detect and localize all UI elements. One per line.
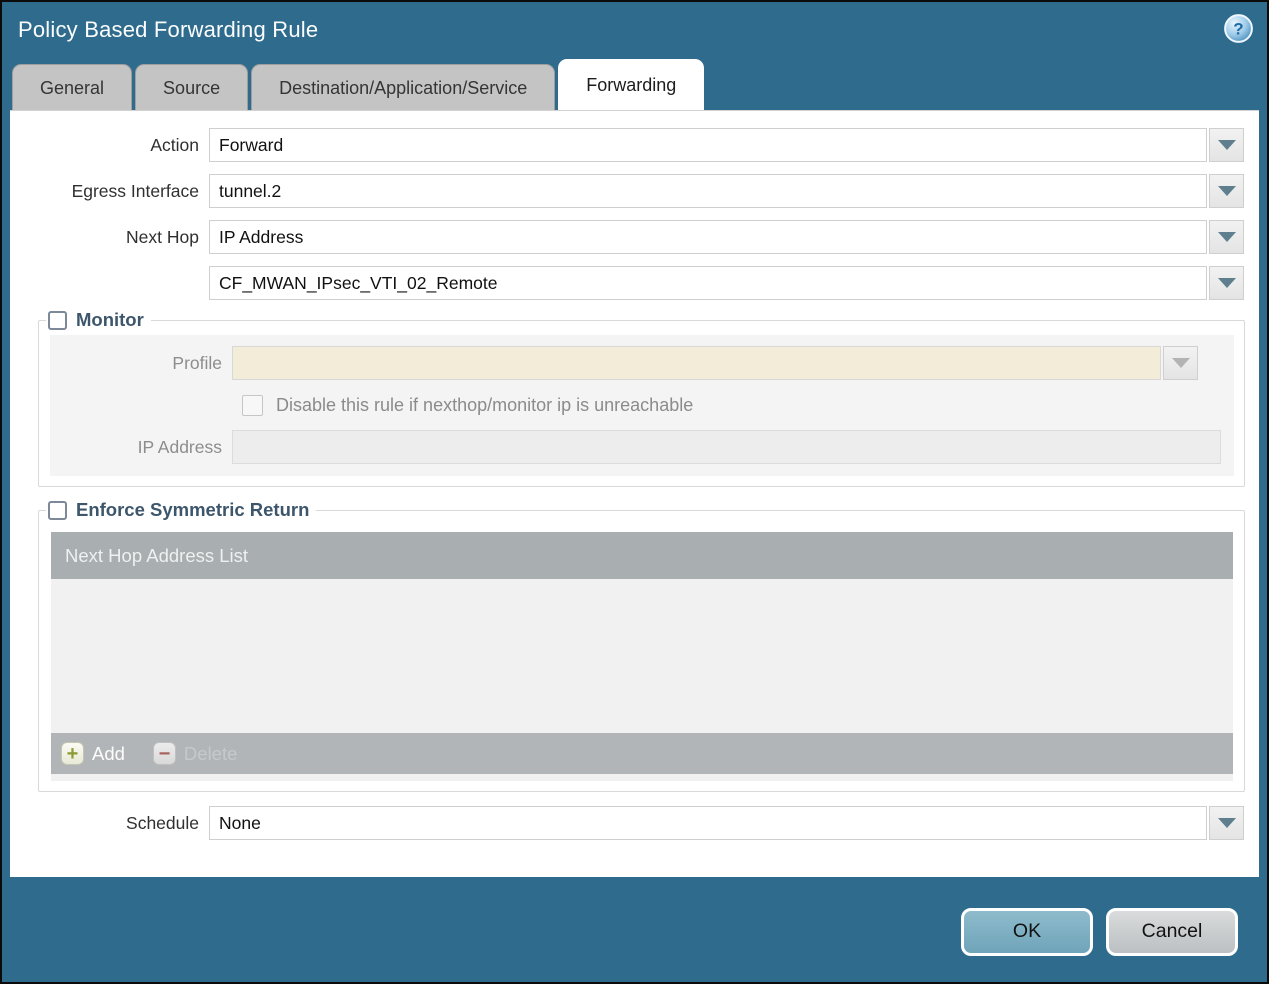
table-header: Next Hop Address List — [51, 532, 1233, 579]
next-hop-label: Next Hop — [126, 226, 199, 247]
action-input[interactable] — [209, 128, 1207, 162]
chevron-down-icon — [1217, 818, 1236, 828]
schedule-row: Schedule — [10, 806, 1244, 840]
next-hop-dropdown-button[interactable] — [1209, 220, 1244, 254]
tab-general[interactable]: General — [12, 64, 133, 110]
profile-label: Profile — [172, 352, 222, 373]
monitor-ip-address-input — [232, 430, 1221, 464]
dialog-title: Policy Based Forwarding Rule — [18, 17, 319, 42]
disable-rule-label: Disable this rule if nexthop/monitor ip … — [276, 395, 694, 415]
dialog-button-bar: OK Cancel — [2, 881, 1267, 982]
tab-destination-application-service[interactable]: Destination/Application/Service — [251, 64, 556, 110]
profile-dropdown-button — [1163, 346, 1198, 380]
delete-button: − Delete — [152, 742, 238, 765]
table-body[interactable] — [51, 579, 1233, 733]
profile-input — [232, 346, 1161, 380]
monitor-legend-label: Monitor — [76, 309, 144, 330]
next-hop-address-row — [10, 266, 1244, 300]
tab-bar: General Source Destination/Application/S… — [2, 58, 1267, 110]
disable-rule-row: Disable this rule if nexthop/monitor ip … — [242, 395, 1234, 416]
chevron-down-icon — [1217, 140, 1236, 150]
policy-based-forwarding-rule-dialog: Policy Based Forwarding Rule ? General S… — [0, 0, 1269, 984]
action-dropdown-button[interactable] — [1209, 128, 1244, 162]
action-row: Action — [10, 128, 1244, 162]
next-hop-address-dropdown-button[interactable] — [1209, 266, 1244, 300]
enforce-symmetric-return-legend-label: Enforce Symmetric Return — [76, 499, 310, 520]
next-hop-row: Next Hop — [10, 220, 1244, 254]
next-hop-address-list-table: Next Hop Address List + Add − Delete — [51, 532, 1233, 781]
schedule-input[interactable] — [209, 806, 1207, 840]
monitor-legend: Monitor — [46, 309, 151, 331]
next-hop-type-input[interactable] — [209, 220, 1207, 254]
table-bottom-strip — [51, 774, 1233, 781]
egress-interface-dropdown-button[interactable] — [1209, 174, 1244, 208]
monitor-checkbox[interactable] — [48, 310, 67, 330]
egress-interface-row: Egress Interface — [10, 174, 1244, 208]
forwarding-tab-panel: Action Egress Interface Next Hop Moni — [10, 110, 1259, 877]
schedule-dropdown-button[interactable] — [1209, 806, 1244, 840]
profile-row: Profile — [50, 346, 1234, 380]
enforce-symmetric-return-checkbox[interactable] — [48, 500, 67, 520]
plus-icon: + — [61, 742, 84, 765]
chevron-down-icon — [1217, 278, 1236, 288]
enforce-symmetric-return-legend: Enforce Symmetric Return — [46, 499, 316, 521]
tab-forwarding[interactable]: Forwarding — [558, 59, 705, 110]
chevron-down-icon — [1171, 358, 1190, 368]
monitor-ip-address-label: IP Address — [137, 436, 222, 457]
add-button-label: Add — [92, 742, 125, 764]
help-icon[interactable]: ? — [1224, 14, 1253, 43]
action-label: Action — [150, 134, 199, 155]
table-footer: + Add − Delete — [51, 733, 1233, 774]
delete-button-label: Delete — [183, 742, 238, 764]
tab-source[interactable]: Source — [135, 64, 249, 110]
chevron-down-icon — [1217, 186, 1236, 196]
monitor-ip-address-row: IP Address — [50, 430, 1234, 464]
table-header-label: Next Hop Address List — [65, 544, 249, 566]
disable-rule-checkbox — [242, 395, 263, 416]
add-button[interactable]: + Add — [61, 742, 125, 765]
dialog-titlebar: Policy Based Forwarding Rule — [2, 2, 1267, 58]
cancel-button[interactable]: Cancel — [1106, 907, 1238, 956]
monitor-fieldset: Monitor Profile Disable this rule if nex… — [38, 309, 1245, 487]
ok-button[interactable]: OK — [961, 907, 1093, 956]
minus-icon: − — [152, 742, 176, 765]
egress-interface-input[interactable] — [209, 174, 1207, 208]
svg-text:?: ? — [1233, 20, 1243, 39]
schedule-label: Schedule — [126, 812, 199, 833]
monitor-panel: Profile Disable this rule if nexthop/mon… — [50, 335, 1234, 476]
egress-interface-label: Egress Interface — [71, 180, 199, 201]
enforce-symmetric-return-fieldset: Enforce Symmetric Return Next Hop Addres… — [38, 499, 1245, 792]
chevron-down-icon — [1217, 232, 1236, 242]
next-hop-address-input[interactable] — [209, 266, 1207, 300]
